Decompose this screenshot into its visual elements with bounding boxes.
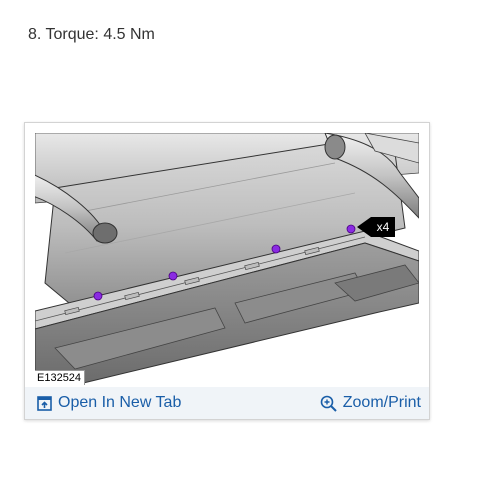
figure-action-bar: Open In New Tab Zoom/Print	[25, 387, 429, 419]
open-in-new-tab-label: Open In New Tab	[58, 394, 182, 411]
fastener-4	[346, 224, 356, 234]
zoom-print-label: Zoom/Print	[342, 394, 421, 411]
fastener-2	[168, 271, 178, 281]
figure-illustration[interactable]: x4 E132524	[35, 133, 419, 385]
callout-label: x4	[377, 220, 390, 234]
step-instruction: 8. Torque: 4.5 Nm	[28, 26, 155, 43]
open-in-new-tab-link[interactable]: Open In New Tab	[37, 394, 181, 412]
exhaust-underbody-drawing: x4	[35, 133, 419, 385]
fastener-3	[271, 244, 281, 254]
zoom-print-link[interactable]: Zoom/Print	[320, 394, 421, 412]
open-new-tab-icon	[37, 395, 52, 411]
figure-id-label: E132524	[35, 370, 86, 385]
fastener-1	[93, 291, 103, 301]
figure-card: x4 E132524 Open In New Tab Zoom/Print	[24, 122, 430, 420]
magnifier-plus-icon	[320, 395, 337, 412]
